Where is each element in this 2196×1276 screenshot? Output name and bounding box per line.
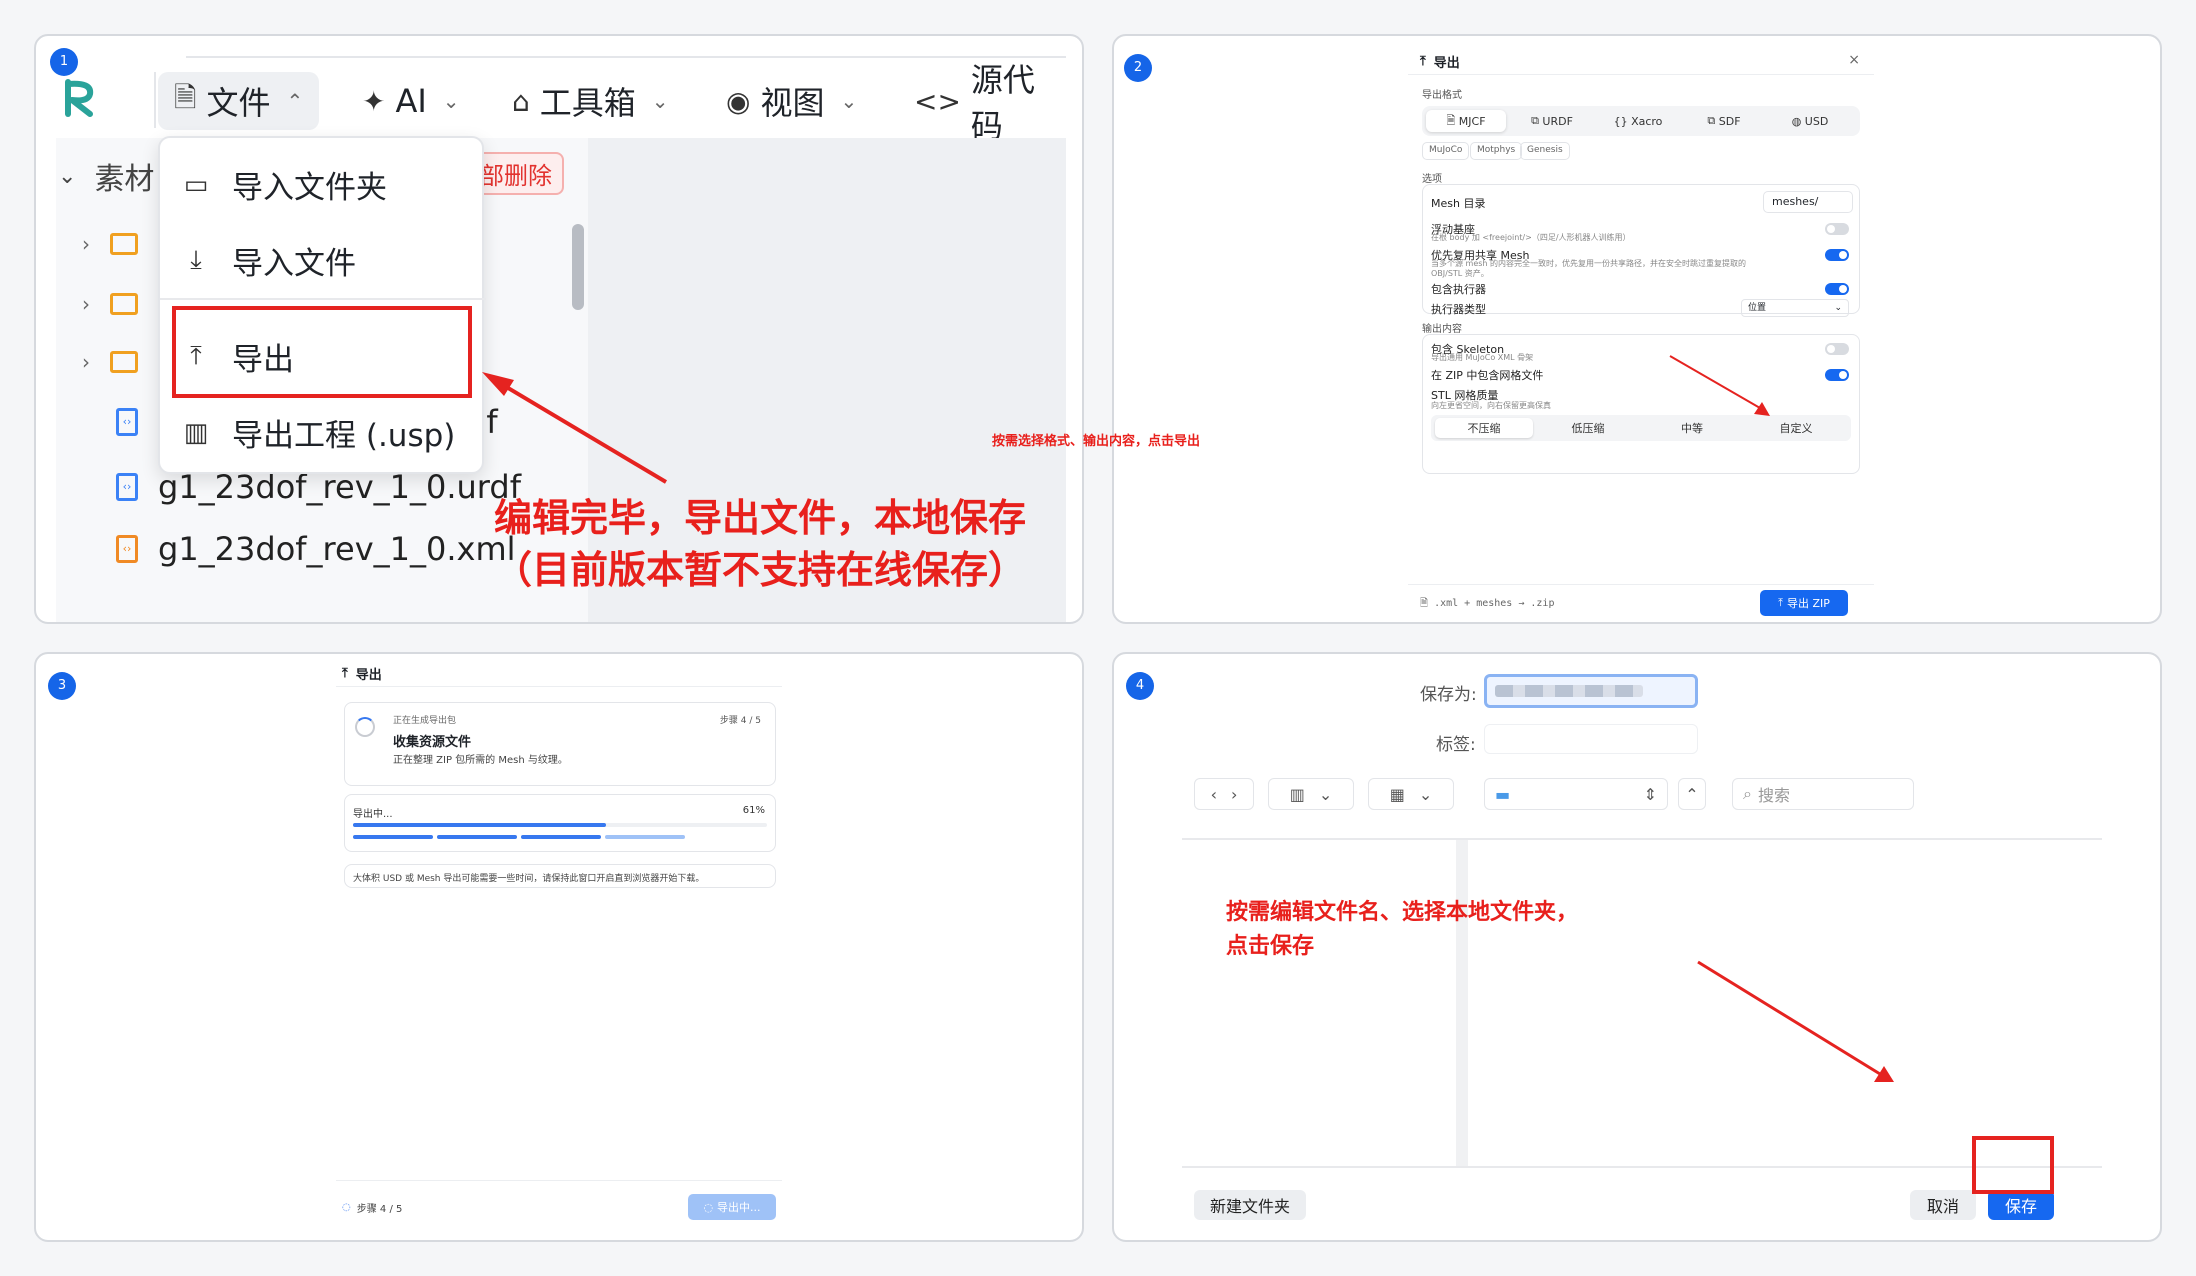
dialog-title: ⤒ 导出 xyxy=(342,664,382,683)
spinner-icon: ◌ xyxy=(703,1200,714,1214)
note-card: 大体积 USD 或 Mesh 导出可能需要一些时间，请保持此窗口开启直到浏览器开… xyxy=(344,864,776,888)
progress-fill xyxy=(353,823,606,827)
caption-line: 按需编辑文件名、选择本地文件夹， xyxy=(1226,900,1579,925)
panel-step-3: 3 ⤒ 导出 正在生成导出包 步骤 4 / 5 收集资源文件 正在整理 ZIP … xyxy=(34,652,1084,1242)
step-progress xyxy=(353,835,767,839)
annotation-caption: 按需编辑文件名、选择本地文件夹， 点击保存 xyxy=(1226,896,1578,964)
progress-label: 导出中... xyxy=(353,809,393,820)
caption-line: 编辑完毕，导出文件，本地保存 xyxy=(494,496,1027,540)
stage-description: 正在整理 ZIP 包所需的 Mesh 与纹理。 xyxy=(393,755,568,766)
annotation-caption: 编辑完毕，导出文件，本地保存 （目前版本暂不支持在线保存） xyxy=(494,492,1026,596)
panel-step-2: 2 ⤒ 导出 × 导出格式 🗎 MJCF ⧉ URDF {} Xacro ⧉ S… xyxy=(992,34,2162,624)
spinner-icon xyxy=(355,717,375,737)
spinner-icon: ◌ xyxy=(342,1202,351,1213)
progress-percent: 61% xyxy=(742,805,765,816)
footer-step-text: 步骤 4 / 5 xyxy=(356,1204,403,1215)
button-label: 导出中... xyxy=(717,1201,761,1214)
caption-line: （目前版本暂不支持在线保存） xyxy=(494,548,1027,592)
annotation-caption: 按需选择格式、输出内容，点击导出 xyxy=(992,434,1201,449)
dialog-title-text: 导出 xyxy=(355,668,382,683)
stage-card: 正在生成导出包 步骤 4 / 5 收集资源文件 正在整理 ZIP 包所需的 Me… xyxy=(344,702,776,786)
footer-step: ◌ 步骤 4 / 5 xyxy=(342,1200,402,1215)
divider xyxy=(336,1180,782,1181)
note-text: 大体积 USD 或 Mesh 导出可能需要一些时间，请保持此窗口开启直到浏览器开… xyxy=(353,874,705,884)
upload-icon: ⤒ xyxy=(342,666,348,681)
step-segment xyxy=(605,835,685,839)
panel-step-1: 1 🗎 文件 ⌃ ✦ AI ⌄ ⌂ 工具箱 ⌄ ◉ 视图 ⌄ <> 源代码 ⌄ … xyxy=(34,34,1084,624)
exporting-button[interactable]: ◌ 导出中... xyxy=(688,1194,776,1220)
caption-line: 点击保存 xyxy=(1226,934,1315,959)
stage-title: 收集资源文件 xyxy=(393,735,472,750)
stage-caption: 正在生成导出包 xyxy=(393,716,457,726)
annotation-arrow xyxy=(1669,355,1770,416)
export-progress-dialog: ⤒ 导出 正在生成导出包 步骤 4 / 5 收集资源文件 正在整理 ZIP 包所… xyxy=(336,660,782,1238)
progress-bar xyxy=(353,823,767,827)
step-segment xyxy=(521,835,601,839)
divider xyxy=(336,686,782,687)
step-segment xyxy=(437,835,517,839)
step-number-badge: 3 xyxy=(48,672,76,700)
step-segment xyxy=(353,835,433,839)
step-badge: 步骤 4 / 5 xyxy=(719,716,761,726)
progress-card: 导出中... 61% xyxy=(344,794,776,852)
